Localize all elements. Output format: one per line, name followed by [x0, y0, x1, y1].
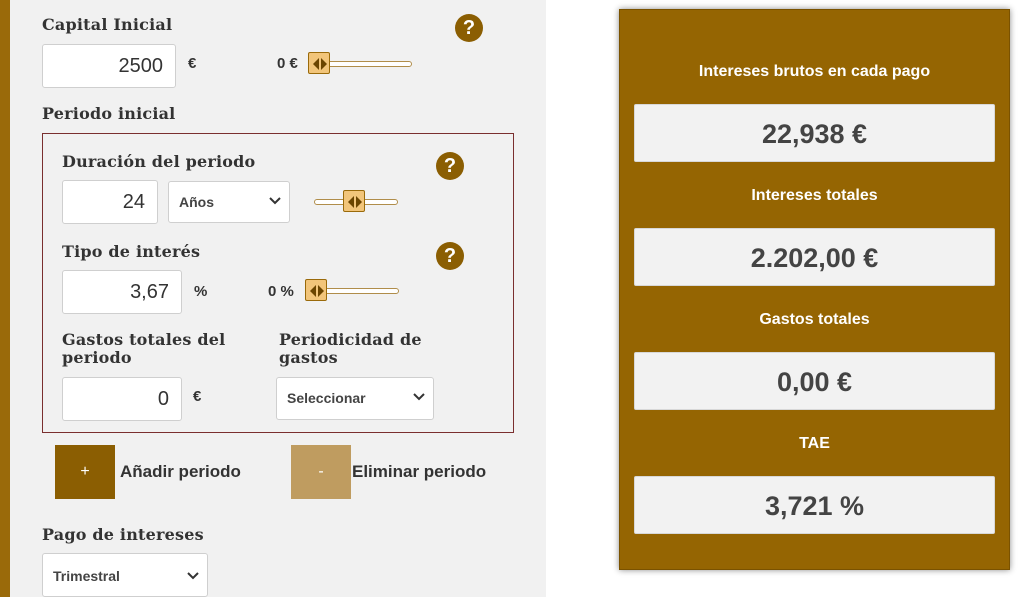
capital-unit: €: [188, 55, 197, 72]
gastos-label: Gastos totales del periodo: [62, 331, 225, 367]
result-value-intereses-pago: 22,938 €: [634, 104, 995, 162]
periodicidad-label: Periodicidad de gastos: [279, 331, 422, 367]
gastos-unit: €: [193, 388, 202, 405]
duracion-input[interactable]: 24: [62, 180, 158, 224]
chevron-down-icon: [187, 572, 199, 580]
interes-unit: %: [194, 283, 208, 300]
periodicidad-select[interactable]: Seleccionar: [276, 377, 434, 420]
left-accent-stripe: [0, 0, 10, 597]
add-period-label[interactable]: Añadir periodo: [120, 462, 241, 482]
slider-arrows-icon: [310, 285, 324, 297]
add-period-button[interactable]: +: [55, 445, 115, 499]
periodo-label: Periodo inicial: [42, 104, 176, 123]
duracion-unit-select[interactable]: Años: [168, 181, 290, 223]
interes-slider-handle[interactable]: [305, 279, 327, 301]
capital-slider-handle[interactable]: [308, 52, 330, 74]
gastos-input[interactable]: 0: [62, 377, 182, 421]
periodicidad-label-line1: Periodicidad de: [279, 330, 422, 349]
slider-arrows-icon: [348, 196, 362, 208]
duracion-help-icon[interactable]: ?: [436, 152, 464, 180]
capital-help-icon[interactable]: ?: [455, 14, 483, 42]
chevron-down-icon: [413, 393, 425, 401]
duracion-unit-select-value: Años: [179, 194, 214, 210]
result-label-intereses-pago: Intereses brutos en cada pago: [698, 63, 931, 80]
result-value-tae: 3,721 %: [634, 476, 995, 534]
results-panel: Intereses brutos en cada pago 22,938 € I…: [619, 9, 1010, 570]
chevron-down-icon: [269, 197, 281, 205]
periodicidad-select-value: Seleccionar: [287, 390, 366, 406]
capital-slider-value: 0 €: [277, 55, 298, 72]
duracion-slider[interactable]: [314, 190, 398, 214]
duracion-label: Duración del periodo: [62, 152, 256, 171]
interes-input[interactable]: 3,67: [62, 270, 182, 314]
result-label-intereses-totales: Intereses totales: [751, 187, 878, 204]
result-value-gastos-totales: 0,00 €: [634, 352, 995, 410]
slider-arrows-icon: [313, 58, 327, 70]
interes-help-icon[interactable]: ?: [436, 242, 464, 270]
duracion-slider-handle[interactable]: [343, 190, 365, 212]
gastos-label-line1: Gastos totales del: [62, 330, 226, 349]
remove-period-button[interactable]: -: [291, 445, 351, 499]
result-label-tae: TAE: [799, 435, 830, 452]
pago-label: Pago de intereses: [42, 525, 204, 544]
interes-slider[interactable]: [305, 279, 399, 303]
pago-select[interactable]: Trimestral: [42, 553, 208, 597]
pago-select-value: Trimestral: [53, 568, 120, 584]
capital-slider[interactable]: [308, 52, 412, 76]
periodicidad-label-line2: gastos: [279, 348, 338, 367]
result-value-intereses-totales: 2.202,00 €: [634, 228, 995, 286]
remove-period-label[interactable]: Eliminar periodo: [352, 462, 486, 482]
capital-input[interactable]: 2500: [42, 44, 176, 88]
interes-slider-value: 0 %: [268, 283, 294, 300]
result-label-gastos-totales: Gastos totales: [759, 311, 870, 328]
capital-label: Capital Inicial: [42, 15, 173, 34]
gastos-label-line2: periodo: [62, 348, 132, 367]
interes-label: Tipo de interés: [62, 242, 201, 261]
